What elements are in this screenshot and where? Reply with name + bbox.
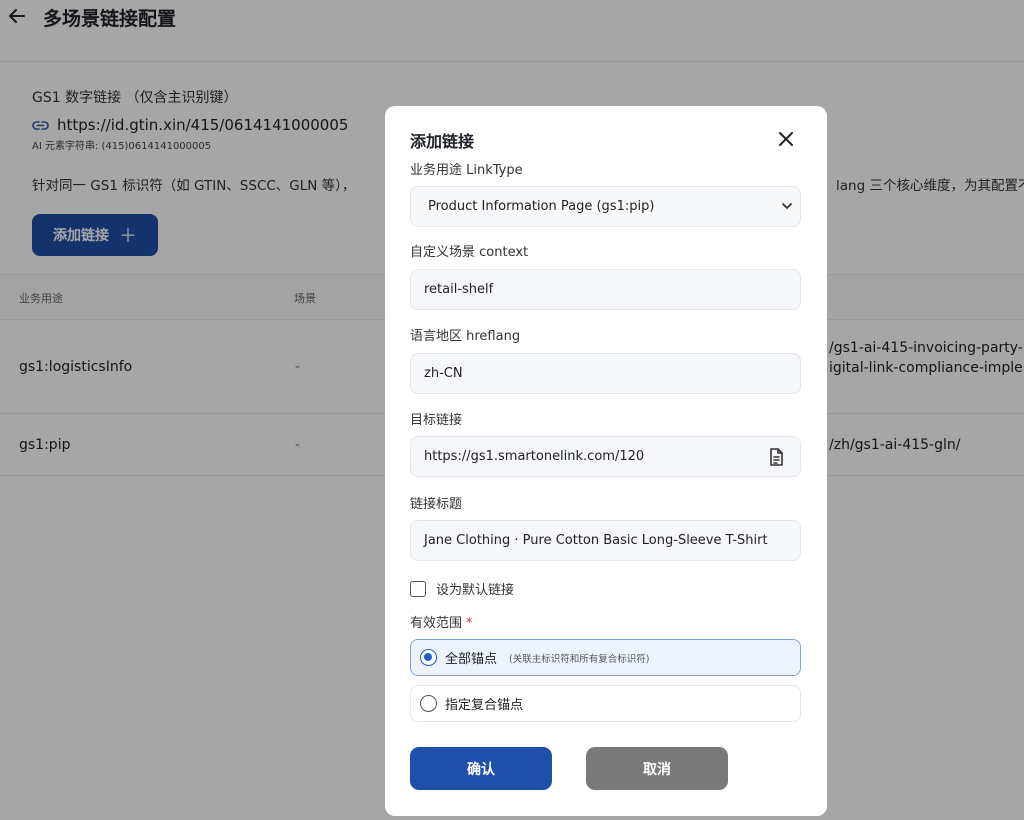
hreflang-label: 语言地区 hreflang bbox=[410, 329, 521, 344]
hreflang-value: zh-CN bbox=[424, 366, 463, 381]
scope-option-label: 指定复合锚点 bbox=[445, 698, 524, 713]
cancel-button[interactable]: 取消 bbox=[586, 747, 728, 790]
target-url-input[interactable]: https://gs1.smartonelink.com/120 bbox=[410, 436, 801, 477]
radio-button[interactable] bbox=[420, 695, 437, 712]
scope-option-all-anchors[interactable]: 全部锚点 (关联主标识符和所有复合标识符) bbox=[410, 639, 801, 676]
context-value: retail-shelf bbox=[424, 282, 494, 297]
target-url-label: 目标链接 bbox=[410, 413, 463, 428]
link-title-value: Jane Clothing · Pure Cotton Basic Long-S… bbox=[424, 533, 768, 548]
document-icon[interactable] bbox=[766, 447, 786, 467]
hreflang-input[interactable]: zh-CN bbox=[410, 353, 801, 394]
scope-option-note: (关联主标识符和所有复合标识符) bbox=[509, 653, 650, 665]
dialog-title: 添加链接 bbox=[410, 132, 475, 151]
link-type-value: Product Information Page (gs1:pip) bbox=[428, 199, 655, 214]
close-icon[interactable] bbox=[773, 126, 799, 152]
add-link-dialog: 添加链接 业务用途 LinkType Product Information P… bbox=[385, 106, 827, 816]
radio-button-selected[interactable] bbox=[420, 649, 437, 666]
context-input[interactable]: retail-shelf bbox=[410, 269, 801, 310]
link-title-input[interactable]: Jane Clothing · Pure Cotton Basic Long-S… bbox=[410, 520, 801, 561]
scope-option-label: 全部锚点 bbox=[445, 652, 498, 667]
default-link-option[interactable]: 设为默认链接 bbox=[410, 579, 514, 598]
target-url-value: https://gs1.smartonelink.com/120 bbox=[424, 449, 645, 464]
link-type-select[interactable]: Product Information Page (gs1:pip) bbox=[410, 186, 801, 227]
scope-option-specific-anchors[interactable]: 指定复合锚点 bbox=[410, 685, 801, 722]
default-link-checkbox[interactable] bbox=[410, 580, 426, 597]
confirm-button[interactable]: 确认 bbox=[410, 747, 552, 790]
default-link-label: 设为默认链接 bbox=[436, 583, 515, 598]
scope-label: 有效范围 * bbox=[410, 615, 473, 633]
link-type-label: 业务用途 LinkType bbox=[410, 163, 523, 178]
link-title-label: 链接标题 bbox=[410, 497, 463, 512]
required-mark: * bbox=[466, 616, 473, 631]
chevron-down-icon bbox=[780, 199, 794, 213]
context-label: 自定义场景 context bbox=[410, 245, 529, 260]
scope-label-text: 有效范围 bbox=[410, 616, 463, 631]
